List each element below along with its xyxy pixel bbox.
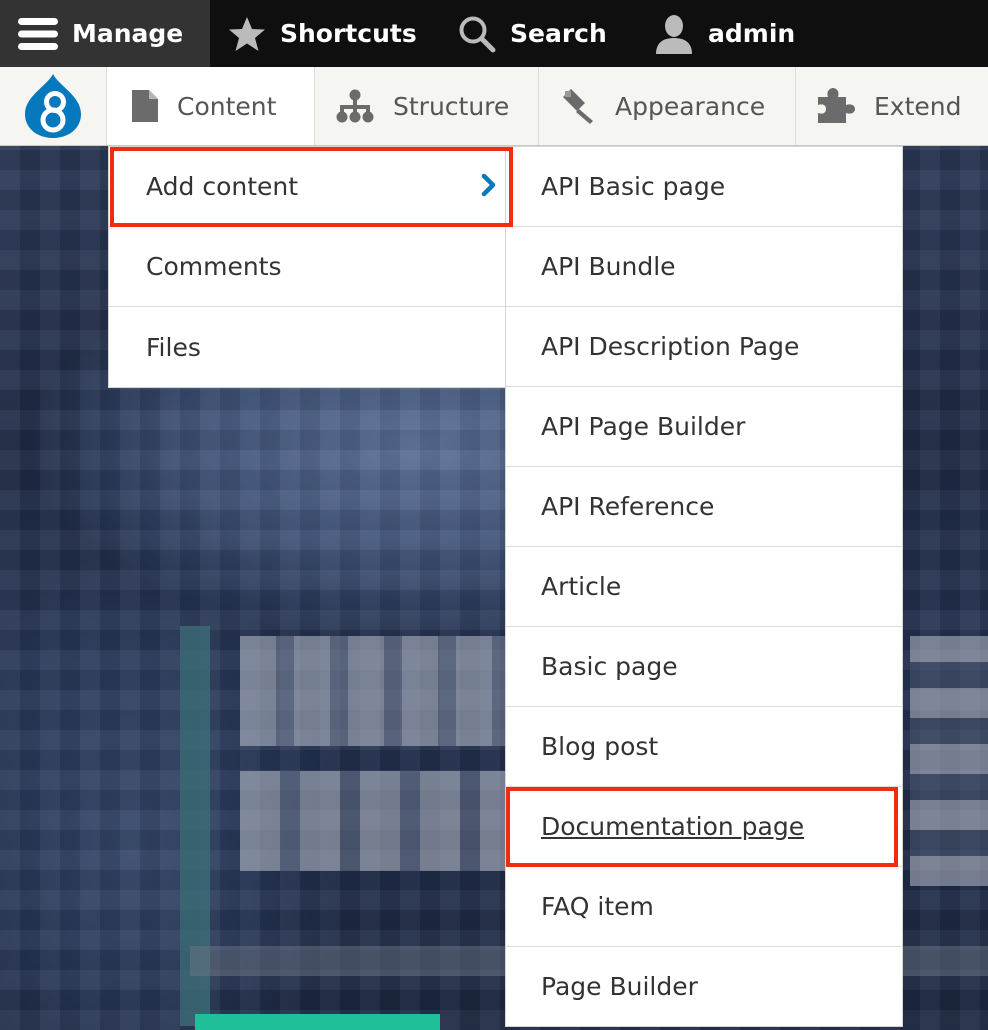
menu-item-basic-page[interactable]: Basic page	[506, 627, 902, 707]
menu-item-label: Files	[146, 332, 201, 362]
user-tab[interactable]: admin	[630, 0, 795, 67]
menu-item-faq-item[interactable]: FAQ item	[506, 867, 902, 947]
star-icon	[228, 16, 266, 52]
tab-appearance-label: Appearance	[615, 91, 766, 121]
add-content-menu: API Basic page API Bundle API Descriptio…	[505, 146, 903, 1027]
hamburger-menu-icon	[18, 17, 58, 51]
menu-item-label: API Reference	[541, 492, 715, 521]
menu-item-label: API Basic page	[541, 172, 726, 201]
drupal-logo[interactable]	[0, 67, 107, 145]
tab-extend-label: Extend	[874, 91, 962, 121]
menu-item-api-description-page[interactable]: API Description Page	[506, 307, 902, 387]
tab-content-label: Content	[177, 91, 277, 121]
tab-content[interactable]: Content	[107, 67, 315, 145]
menu-item-article[interactable]: Article	[506, 547, 902, 627]
chevron-right-icon	[481, 173, 497, 203]
menu-item-blog-post[interactable]: Blog post	[506, 707, 902, 787]
search-label: Search	[510, 19, 607, 48]
content-menu: Add content Comments Files	[108, 146, 506, 388]
menu-item-label: API Bundle	[541, 252, 676, 281]
user-label: admin	[708, 19, 796, 48]
paint-icon	[559, 87, 597, 125]
menu-item-label: API Page Builder	[541, 412, 746, 441]
menu-item-api-basic-page[interactable]: API Basic page	[506, 147, 902, 227]
menu-item-label: Page Builder	[541, 972, 698, 1001]
menu-item-documentation-page[interactable]: Documentation page	[506, 787, 902, 867]
menu-item-label: Add content	[146, 172, 299, 201]
shortcuts-label: Shortcuts	[280, 19, 417, 48]
menu-item-label: Article	[541, 572, 622, 601]
sitemap-icon	[335, 89, 375, 123]
menu-item-label: API Description Page	[541, 332, 800, 361]
manage-tray: Content Structure Appearance Extend	[0, 67, 988, 146]
admin-toolbar: Manage Shortcuts Search admin	[0, 0, 988, 67]
menu-item-label: Basic page	[541, 652, 678, 681]
drupal-drop-icon	[25, 74, 81, 138]
menu-item-api-reference[interactable]: API Reference	[506, 467, 902, 547]
shortcuts-tab[interactable]: Shortcuts	[210, 0, 440, 67]
menu-item-api-bundle[interactable]: API Bundle	[506, 227, 902, 307]
menu-item-comments[interactable]: Comments	[109, 227, 505, 307]
tab-structure[interactable]: Structure	[315, 67, 539, 145]
menu-item-add-content[interactable]: Add content	[109, 147, 505, 227]
search-icon	[458, 15, 496, 53]
tab-appearance[interactable]: Appearance	[539, 67, 796, 145]
menu-item-api-page-builder[interactable]: API Page Builder	[506, 387, 902, 467]
search-tab[interactable]: Search	[440, 0, 630, 67]
tab-extend[interactable]: Extend	[796, 67, 988, 145]
menu-item-page-builder[interactable]: Page Builder	[506, 947, 902, 1026]
document-icon	[131, 89, 159, 123]
tab-structure-label: Structure	[393, 91, 510, 121]
manage-label: Manage	[72, 19, 184, 48]
menu-item-label: Comments	[146, 252, 282, 281]
menu-item-label: FAQ item	[541, 892, 654, 921]
user-icon	[654, 14, 694, 54]
manage-tab[interactable]: Manage	[0, 0, 210, 67]
menu-item-label: Documentation page	[541, 812, 805, 841]
puzzle-icon	[816, 87, 856, 125]
menu-item-files[interactable]: Files	[109, 307, 505, 387]
menu-item-label: Blog post	[541, 732, 659, 761]
